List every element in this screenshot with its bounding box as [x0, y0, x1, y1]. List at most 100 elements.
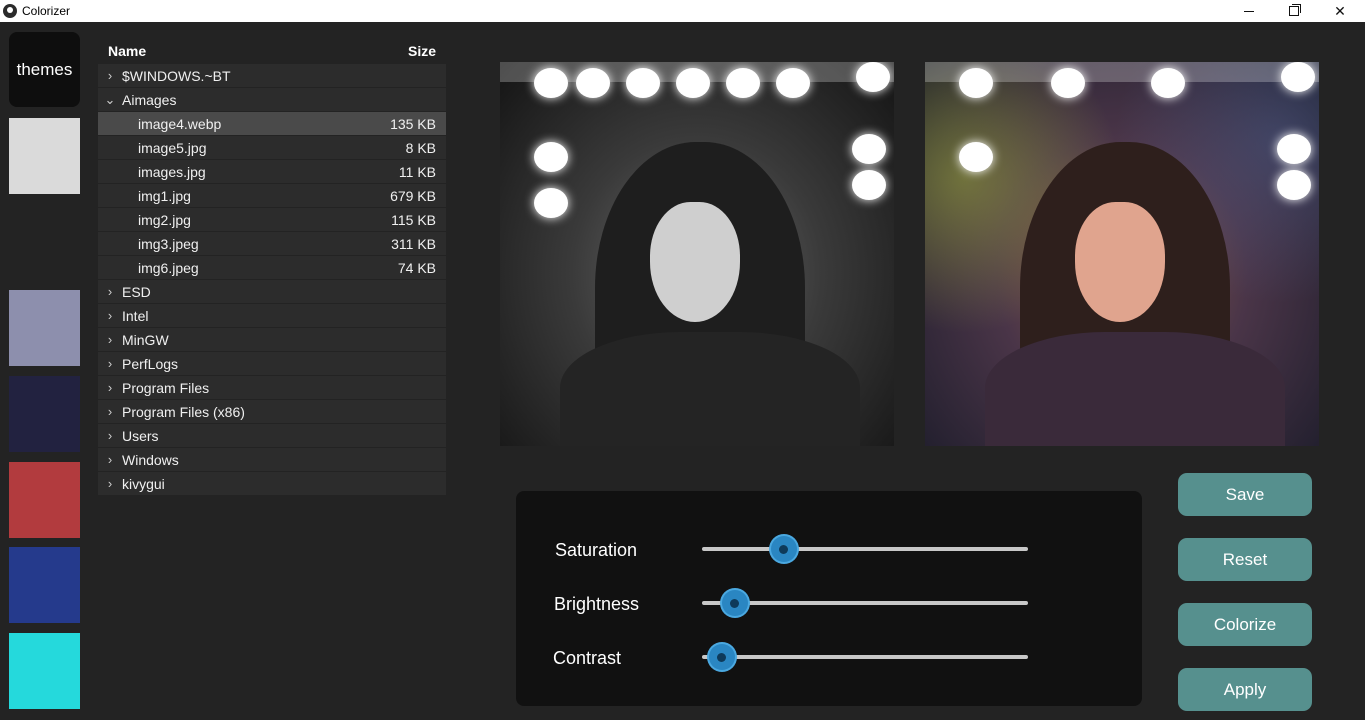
colorized-image [925, 62, 1319, 446]
file-tree-rows: › $WINDOWS.~BT ⌄ Aimages image4.webp 135 KB im… [98, 64, 446, 495]
tree-file-row[interactable]: img3.jpeg 311 KB [98, 232, 446, 255]
chevron-right-icon[interactable]: › [104, 304, 116, 327]
tree-folder-row[interactable]: ⌄ Aimages [98, 88, 446, 111]
tree-folder-row[interactable]: › Intel [98, 304, 446, 327]
tree-file-row[interactable]: image4.webp 135 KB [98, 112, 446, 135]
tree-item-name: Windows [122, 452, 179, 468]
tree-file-row[interactable]: images.jpg 11 KB [98, 160, 446, 183]
save-button[interactable]: Save [1178, 473, 1312, 516]
tree-folder-row[interactable]: › Program Files [98, 376, 446, 399]
restore-icon [1289, 4, 1301, 16]
colorize-button[interactable]: Colorize [1178, 603, 1312, 646]
tree-folder-row[interactable]: › Users [98, 424, 446, 447]
light-bulb [534, 142, 568, 172]
brightness-slider-track[interactable] [702, 601, 1028, 605]
close-button[interactable]: ✕ [1317, 0, 1363, 22]
apply-button[interactable]: Apply [1178, 668, 1312, 711]
contrast-slider-knob[interactable] [708, 644, 735, 670]
tree-item-name: image4.webp [138, 116, 222, 132]
tree-file-row[interactable]: img1.jpg 679 KB [98, 184, 446, 207]
saturation-slider-track[interactable] [702, 547, 1028, 551]
light-bulb [1277, 134, 1311, 164]
tree-item-size: 74 KB [397, 260, 436, 276]
light-bulb [1151, 68, 1185, 98]
chevron-right-icon[interactable]: › [104, 352, 116, 375]
chevron-right-icon[interactable]: › [104, 472, 116, 495]
tree-item-name: kivygui [122, 476, 165, 492]
theme-swatch[interactable] [9, 118, 80, 194]
theme-swatch[interactable] [9, 462, 80, 538]
saturation-slider-knob[interactable] [770, 536, 797, 562]
light-bulb [1051, 68, 1085, 98]
column-header-size[interactable]: Size [408, 43, 436, 59]
contrast-label: Contrast [553, 648, 622, 668]
tree-item-name: img2.jpg [138, 212, 191, 228]
light-bulb [1281, 62, 1315, 92]
tree-folder-row[interactable]: › Program Files (x86) [98, 400, 446, 423]
tree-folder-row[interactable]: › ESD [98, 280, 446, 303]
brightness-label: Brightness [554, 594, 640, 614]
tree-item-size: 8 KB [405, 140, 436, 156]
tree-item-name: Users [122, 428, 159, 444]
tree-folder-row[interactable]: › $WINDOWS.~BT [98, 64, 446, 87]
tree-item-size: 11 KB [398, 164, 436, 180]
chevron-right-icon[interactable]: › [104, 424, 116, 447]
tree-item-size: 115 KB [391, 212, 436, 228]
tree-item-name: images.jpg [138, 164, 206, 180]
chevron-down-icon[interactable]: ⌄ [104, 88, 116, 111]
light-bulb [1277, 170, 1311, 200]
app-icon [3, 4, 17, 18]
shoulders [985, 332, 1285, 446]
tree-item-name: img6.jpeg [138, 260, 199, 276]
tree-folder-row[interactable]: › kivygui [98, 472, 446, 495]
tree-item-name: Program Files [122, 380, 210, 396]
minimize-button[interactable] [1226, 0, 1272, 22]
theme-swatch[interactable] [9, 376, 80, 452]
original-image [500, 62, 894, 446]
tree-folder-row[interactable]: › Windows [98, 448, 446, 471]
shoulders [560, 332, 860, 446]
chevron-right-icon[interactable]: › [104, 400, 116, 423]
theme-swatch[interactable] [9, 633, 80, 709]
column-header-name[interactable]: Name [108, 43, 146, 59]
chevron-right-icon[interactable]: › [104, 328, 116, 351]
chevron-right-icon[interactable]: › [104, 448, 116, 471]
light-bulb [776, 68, 810, 98]
light-bulb [626, 68, 660, 98]
tree-item-name: img3.jpeg [138, 236, 199, 252]
chevron-right-icon[interactable]: › [104, 64, 116, 87]
minimize-icon [1244, 10, 1254, 12]
light-bulb [852, 134, 886, 164]
tree-file-row[interactable]: image5.jpg 8 KB [98, 136, 446, 159]
close-icon: ✕ [1334, 2, 1346, 19]
light-bulb [852, 170, 886, 200]
tree-folder-row[interactable]: › PerfLogs [98, 352, 446, 375]
tree-item-name: $WINDOWS.~BT [122, 68, 231, 84]
tree-item-size: 311 KB [391, 236, 436, 252]
theme-swatch[interactable] [9, 204, 80, 280]
tree-item-size: 679 KB [390, 188, 436, 204]
themes-button[interactable]: themes [9, 32, 80, 107]
theme-swatch[interactable] [9, 547, 80, 623]
contrast-slider-track[interactable] [702, 655, 1028, 659]
light-bulb [576, 68, 610, 98]
light-bulb [676, 68, 710, 98]
reset-button[interactable]: Reset [1178, 538, 1312, 581]
tree-item-name: PerfLogs [122, 356, 179, 372]
tree-file-row[interactable]: img6.jpeg 74 KB [98, 256, 446, 279]
light-bulb [856, 62, 890, 92]
tree-folder-row[interactable]: › MinGW [98, 328, 446, 351]
tree-item-name: Intel [122, 308, 149, 324]
chevron-right-icon[interactable]: › [104, 280, 116, 303]
tree-file-row[interactable]: img2.jpg 115 KB [98, 208, 446, 231]
brightness-slider-knob[interactable] [721, 590, 748, 616]
tree-item-name: MinGW [122, 332, 169, 348]
chevron-right-icon[interactable]: › [104, 376, 116, 399]
face [650, 202, 740, 322]
file-tree-header: Name Size [98, 40, 446, 64]
tree-item-name: image5.jpg [138, 140, 207, 156]
theme-swatch[interactable] [9, 290, 80, 366]
maximize-button[interactable] [1271, 0, 1317, 22]
tree-item-name: Aimages [122, 92, 177, 108]
light-bulb [726, 68, 760, 98]
